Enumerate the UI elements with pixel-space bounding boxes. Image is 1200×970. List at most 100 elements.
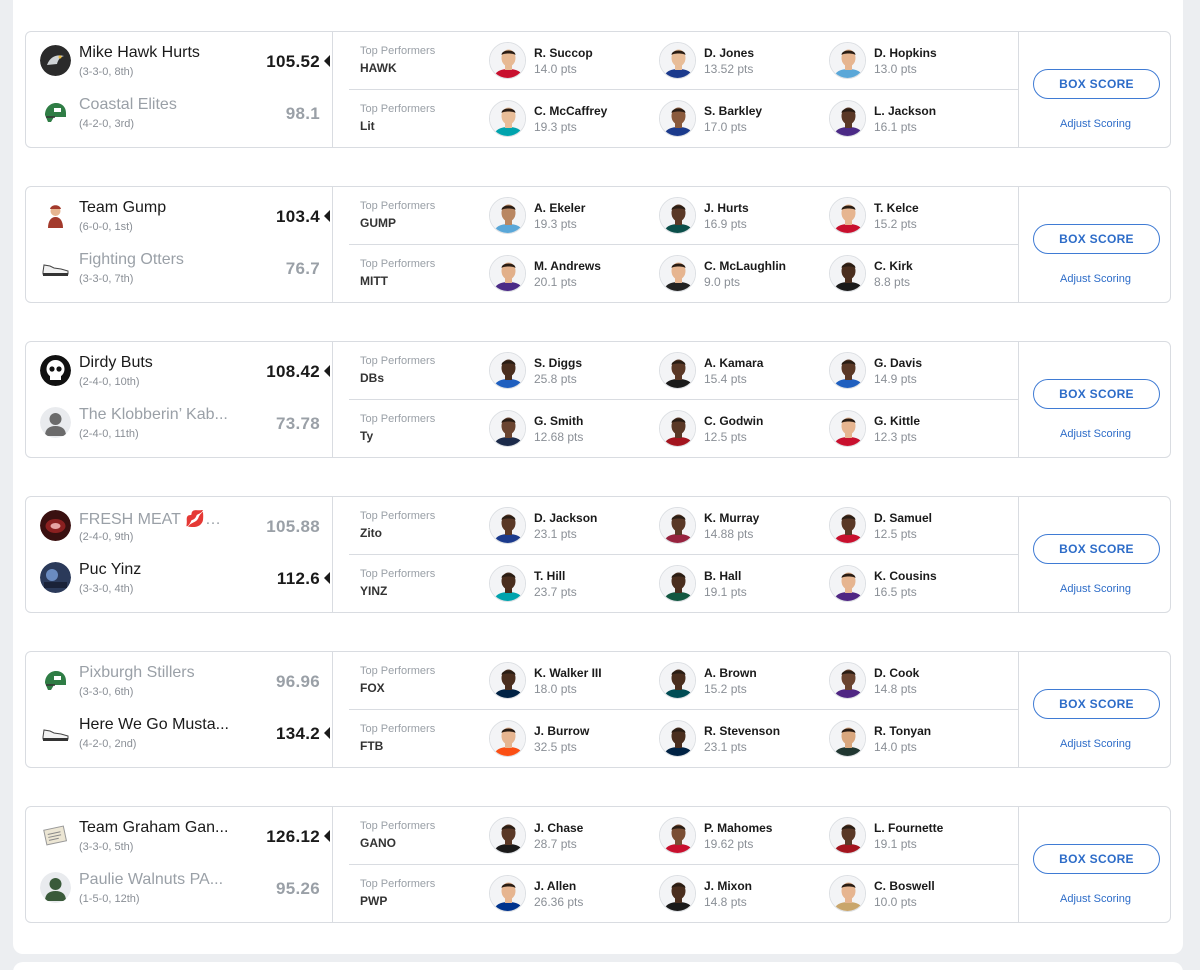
team-row[interactable]: Pixburgh Stillers (3-3-0, 6th) 96.96 — [26, 660, 332, 710]
player-name[interactable]: R. Tonyan — [874, 724, 931, 738]
player-name[interactable]: M. Andrews — [534, 259, 601, 273]
team-name[interactable]: Pixburgh Stillers — [79, 664, 195, 682]
player-name[interactable]: T. Kelce — [874, 201, 919, 215]
player-card[interactable]: A. Brown 15.2 pts — [659, 662, 824, 702]
player-card[interactable]: M. Andrews 20.1 pts — [489, 255, 654, 295]
team-row[interactable]: The Klobberin’ Kab... (2-4-0, 11th) 73.78 — [26, 402, 332, 452]
player-name[interactable]: S. Barkley — [704, 104, 762, 118]
player-card[interactable]: G. Kittle 12.3 pts — [829, 410, 994, 450]
player-card[interactable]: C. Boswell 10.0 pts — [829, 875, 994, 915]
adjust-scoring-link[interactable]: Adjust Scoring — [1019, 738, 1172, 750]
player-card[interactable]: D. Jones 13.52 pts — [659, 42, 824, 82]
player-card[interactable]: G. Smith 12.68 pts — [489, 410, 654, 450]
player-name[interactable]: K. Murray — [704, 511, 759, 525]
player-name[interactable]: R. Succop — [534, 46, 593, 60]
box-score-button[interactable]: BOX SCORE — [1033, 224, 1160, 254]
team-name[interactable]: Puc Yinz — [79, 561, 141, 579]
player-name[interactable]: D. Jackson — [534, 511, 597, 525]
player-name[interactable]: J. Allen — [534, 879, 576, 893]
box-score-button[interactable]: BOX SCORE — [1033, 844, 1160, 874]
player-card[interactable]: R. Succop 14.0 pts — [489, 42, 654, 82]
player-name[interactable]: A. Ekeler — [534, 201, 585, 215]
player-name[interactable]: D. Jones — [704, 46, 754, 60]
team-row[interactable]: Mike Hawk Hurts (3-3-0, 8th) 105.52 — [26, 40, 332, 90]
player-name[interactable]: A. Brown — [704, 666, 757, 680]
team-row[interactable]: Team Gump (6-0-0, 1st) 103.4 — [26, 195, 332, 245]
player-card[interactable]: R. Stevenson 23.1 pts — [659, 720, 824, 760]
player-name[interactable]: C. Kirk — [874, 259, 913, 273]
adjust-scoring-link[interactable]: Adjust Scoring — [1019, 428, 1172, 440]
player-name[interactable]: D. Samuel — [874, 511, 932, 525]
player-name[interactable]: S. Diggs — [534, 356, 582, 370]
team-name[interactable]: Paulie Walnuts PA... — [79, 871, 223, 889]
player-name[interactable]: J. Mixon — [704, 879, 752, 893]
team-name[interactable]: The Klobberin’ Kab... — [79, 406, 228, 424]
box-score-button[interactable]: BOX SCORE — [1033, 379, 1160, 409]
player-card[interactable]: J. Mixon 14.8 pts — [659, 875, 824, 915]
team-row[interactable]: Coastal Elites (4-2-0, 3rd) 98.1 — [26, 92, 332, 142]
player-name[interactable]: G. Kittle — [874, 414, 920, 428]
team-name[interactable]: Mike Hawk Hurts — [79, 44, 200, 62]
player-name[interactable]: K. Walker III — [534, 666, 602, 680]
team-row[interactable]: Here We Go Musta... (4-2-0, 2nd) 134.2 — [26, 712, 332, 762]
player-card[interactable]: S. Diggs 25.8 pts — [489, 352, 654, 392]
team-row[interactable]: Dirdy Buts (2-4-0, 10th) 108.42 — [26, 350, 332, 400]
player-card[interactable]: L. Jackson 16.1 pts — [829, 100, 994, 140]
player-name[interactable]: C. McLaughlin — [704, 259, 786, 273]
player-card[interactable]: A. Ekeler 19.3 pts — [489, 197, 654, 237]
adjust-scoring-link[interactable]: Adjust Scoring — [1019, 273, 1172, 285]
player-card[interactable]: J. Burrow 32.5 pts — [489, 720, 654, 760]
player-card[interactable]: A. Kamara 15.4 pts — [659, 352, 824, 392]
player-name[interactable]: J. Burrow — [534, 724, 589, 738]
team-name[interactable]: Fighting Otters — [79, 251, 184, 269]
player-card[interactable]: C. Godwin 12.5 pts — [659, 410, 824, 450]
player-card[interactable]: J. Hurts 16.9 pts — [659, 197, 824, 237]
player-name[interactable]: C. Godwin — [704, 414, 763, 428]
player-name[interactable]: J. Hurts — [704, 201, 749, 215]
player-name[interactable]: K. Cousins — [874, 569, 937, 583]
team-name[interactable]: Here We Go Musta... — [79, 716, 229, 734]
player-card[interactable]: C. McLaughlin 9.0 pts — [659, 255, 824, 295]
player-card[interactable]: T. Kelce 15.2 pts — [829, 197, 994, 237]
player-card[interactable]: D. Samuel 12.5 pts — [829, 507, 994, 547]
player-name[interactable]: R. Stevenson — [704, 724, 780, 738]
player-name[interactable]: L. Fournette — [874, 821, 943, 835]
player-card[interactable]: S. Barkley 17.0 pts — [659, 100, 824, 140]
player-card[interactable]: J. Allen 26.36 pts — [489, 875, 654, 915]
player-card[interactable]: C. McCaffrey 19.3 pts — [489, 100, 654, 140]
box-score-button[interactable]: BOX SCORE — [1033, 689, 1160, 719]
team-row[interactable]: Puc Yinz (3-3-0, 4th) 112.6 — [26, 557, 332, 607]
player-card[interactable]: K. Murray 14.88 pts — [659, 507, 824, 547]
team-row[interactable]: Team Graham Gan... (3-3-0, 5th) 126.12 — [26, 815, 332, 865]
adjust-scoring-link[interactable]: Adjust Scoring — [1019, 893, 1172, 905]
player-card[interactable]: T. Hill 23.7 pts — [489, 565, 654, 605]
adjust-scoring-link[interactable]: Adjust Scoring — [1019, 583, 1172, 595]
player-card[interactable]: J. Chase 28.7 pts — [489, 817, 654, 857]
player-name[interactable]: A. Kamara — [704, 356, 763, 370]
player-name[interactable]: P. Mahomes — [704, 821, 772, 835]
team-name[interactable]: Coastal Elites — [79, 96, 177, 114]
box-score-button[interactable]: BOX SCORE — [1033, 534, 1160, 564]
player-name[interactable]: G. Davis — [874, 356, 922, 370]
team-row[interactable]: Fighting Otters (3-3-0, 7th) 76.7 — [26, 247, 332, 297]
player-card[interactable]: D. Jackson 23.1 pts — [489, 507, 654, 547]
adjust-scoring-link[interactable]: Adjust Scoring — [1019, 118, 1172, 130]
player-card[interactable]: L. Fournette 19.1 pts — [829, 817, 994, 857]
player-name[interactable]: B. Hall — [704, 569, 741, 583]
player-name[interactable]: L. Jackson — [874, 104, 936, 118]
player-name[interactable]: G. Smith — [534, 414, 583, 428]
box-score-button[interactable]: BOX SCORE — [1033, 69, 1160, 99]
player-card[interactable]: B. Hall 19.1 pts — [659, 565, 824, 605]
player-card[interactable]: D. Hopkins 13.0 pts — [829, 42, 994, 82]
player-name[interactable]: C. McCaffrey — [534, 104, 607, 118]
team-name[interactable]: FRESH MEAT 💋💋... — [79, 509, 234, 529]
player-name[interactable]: D. Hopkins — [874, 46, 937, 60]
player-name[interactable]: C. Boswell — [874, 879, 935, 893]
player-card[interactable]: G. Davis 14.9 pts — [829, 352, 994, 392]
team-row[interactable]: Paulie Walnuts PA... (1-5-0, 12th) 95.26 — [26, 867, 332, 917]
player-card[interactable]: K. Walker III 18.0 pts — [489, 662, 654, 702]
player-card[interactable]: K. Cousins 16.5 pts — [829, 565, 994, 605]
player-name[interactable]: T. Hill — [534, 569, 565, 583]
player-name[interactable]: J. Chase — [534, 821, 583, 835]
player-name[interactable]: D. Cook — [874, 666, 919, 680]
